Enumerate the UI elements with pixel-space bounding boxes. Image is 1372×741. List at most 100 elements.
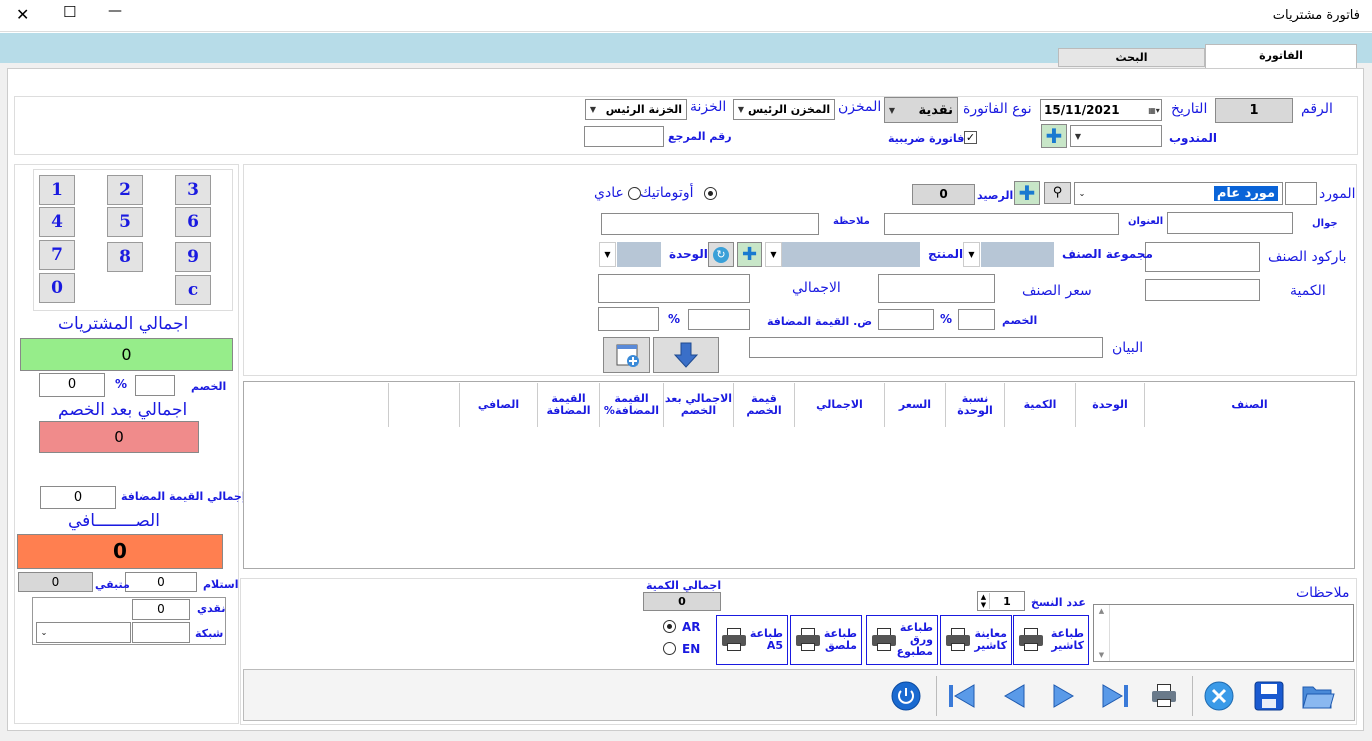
add-supplier-button[interactable]: ✚ — [1014, 181, 1040, 205]
add-rep-button[interactable]: ✚ — [1041, 124, 1067, 148]
window-title: فاتورة مشتريات — [1272, 8, 1360, 23]
address-input[interactable] — [884, 213, 1119, 235]
key-2[interactable]: 2 — [107, 175, 143, 205]
mode-normal-radio[interactable] — [628, 187, 641, 200]
chevron-down-icon[interactable]: ▼ — [963, 242, 980, 267]
key-clear[interactable]: c — [175, 275, 211, 305]
received-label: استلام — [203, 578, 239, 591]
folder-open-icon — [1302, 686, 1335, 709]
cash-input[interactable]: 0 — [132, 599, 190, 620]
rep-select[interactable]: ▼ — [1070, 125, 1162, 147]
plus-icon: ✚ — [1018, 181, 1036, 205]
network-input[interactable] — [132, 622, 190, 643]
calendar-icon[interactable]: ▦▾ — [1147, 106, 1161, 115]
print-a5-button[interactable]: طباعة A5 — [716, 615, 788, 665]
mobile-input[interactable] — [1167, 212, 1293, 234]
close-icon[interactable]: ✕ — [16, 5, 29, 24]
open-button[interactable] — [1298, 676, 1338, 716]
print-preprinted-button[interactable]: طباعة ورق مطبوع — [866, 615, 938, 665]
tab-search[interactable]: البحث — [1058, 48, 1205, 67]
notes-textarea[interactable]: ▲ ▼ — [1093, 604, 1354, 662]
key-7[interactable]: 7 — [39, 240, 75, 270]
tax-invoice-checkbox[interactable]: ✓ — [964, 131, 977, 144]
supplier-code-input[interactable] — [1285, 182, 1317, 205]
toolbar-divider — [936, 676, 937, 716]
refresh-button[interactable]: ↻ — [708, 242, 734, 267]
maximize-icon[interactable]: ☐ — [63, 3, 76, 21]
chevron-down-icon[interactable]: ▼ — [599, 242, 616, 267]
date-picker[interactable]: ▦▾ 15/11/2021 — [1040, 99, 1162, 121]
col-vat-percent: القيمة المضافة% — [599, 383, 663, 427]
unit-select[interactable] — [617, 242, 661, 267]
print-cashier-button[interactable]: طباعة كاشير — [1013, 615, 1089, 665]
previous-record-button[interactable] — [994, 676, 1034, 716]
key-0[interactable]: 0 — [39, 273, 75, 303]
barcode-input[interactable] — [1145, 242, 1260, 272]
network-label: شبكة — [195, 627, 224, 640]
key-3[interactable]: 3 — [175, 175, 211, 205]
discount-percent-input[interactable] — [135, 375, 175, 396]
key-9[interactable]: 9 — [175, 242, 211, 272]
new-item-button[interactable] — [603, 337, 650, 373]
key-8[interactable]: 8 — [107, 242, 143, 272]
vat-value-input[interactable] — [598, 307, 659, 331]
last-record-button[interactable] — [1095, 676, 1135, 716]
vat-percent-input[interactable] — [688, 309, 750, 330]
lang-ar-radio[interactable] — [663, 620, 676, 633]
percent-sign: % — [940, 312, 953, 326]
address-label: العنوان — [1128, 216, 1164, 227]
print-a5-label: طباعة A5 — [749, 627, 783, 652]
remaining-label: متبقي — [95, 578, 130, 591]
stepper-arrows-icon[interactable]: ▲ ▼ — [978, 593, 990, 609]
key-6[interactable]: 6 — [175, 207, 211, 237]
minimize-icon[interactable]: — — [108, 3, 122, 19]
network-select[interactable]: ⌄ — [36, 622, 131, 643]
received-input[interactable]: 0 — [125, 572, 197, 592]
store-label: المخزن — [838, 99, 882, 115]
preview-cashier-button[interactable]: معاينة كاشير — [940, 615, 1012, 665]
tab-invoice[interactable]: الفاتورة — [1205, 44, 1357, 68]
add-line-button[interactable] — [653, 337, 719, 373]
item-discount-percent-input[interactable] — [958, 309, 995, 330]
number-field[interactable]: 1 — [1215, 98, 1293, 123]
first-record-button[interactable] — [942, 676, 982, 716]
balance-value: 0 — [912, 184, 975, 205]
supplier-select[interactable]: ⌄ مورد عام — [1074, 182, 1283, 205]
key-4[interactable]: 4 — [39, 207, 75, 237]
chevron-down-icon: ▼ — [737, 105, 745, 114]
note-label: ملاحظة — [833, 216, 870, 227]
treasury-select[interactable]: ▼ الخزنة الرئيس — [585, 99, 687, 120]
ref-input[interactable] — [584, 126, 664, 147]
item-total-input[interactable] — [598, 274, 750, 303]
key-1[interactable]: 1 — [39, 175, 75, 205]
store-select[interactable]: ▼ المخزن الرئيس — [733, 99, 835, 120]
item-discount-value-input[interactable] — [878, 309, 934, 330]
product-select[interactable] — [782, 242, 920, 267]
invoice-type-select[interactable]: ▼ نقدية — [884, 97, 958, 123]
copies-stepper[interactable]: ▲ ▼ 1 — [977, 591, 1025, 611]
next-record-button[interactable] — [1044, 676, 1084, 716]
power-button[interactable] — [886, 676, 926, 716]
price-input[interactable] — [878, 274, 995, 303]
group-select[interactable] — [981, 242, 1054, 267]
copies-label: عدد النسخ — [1031, 596, 1086, 609]
chevron-down-icon[interactable]: ▼ — [765, 242, 782, 267]
key-5[interactable]: 5 — [107, 207, 143, 237]
add-product-button[interactable]: ✚ — [737, 242, 762, 267]
remaining-value: 0 — [18, 572, 93, 592]
print-sticker-button[interactable]: طباعة ملصق — [790, 615, 862, 665]
cancel-button[interactable] — [1199, 676, 1239, 716]
binoculars-icon[interactable]: ⚲ — [1044, 182, 1071, 204]
mode-auto-radio[interactable] — [704, 187, 717, 200]
lang-en-radio[interactable] — [663, 642, 676, 655]
qty-input[interactable] — [1145, 279, 1260, 301]
save-button[interactable] — [1249, 676, 1289, 716]
invoice-type-label: نوع الفاتورة — [963, 101, 1032, 117]
scrollbar[interactable]: ▲ ▼ — [1094, 605, 1110, 661]
print-button[interactable] — [1144, 676, 1184, 716]
description-input[interactable] — [749, 337, 1103, 358]
chevron-down-icon: ▼ — [888, 105, 896, 115]
note-input[interactable] — [601, 213, 819, 235]
discount-value-input[interactable]: 0 — [39, 373, 105, 397]
mode-normal-label: عادي — [594, 185, 624, 201]
